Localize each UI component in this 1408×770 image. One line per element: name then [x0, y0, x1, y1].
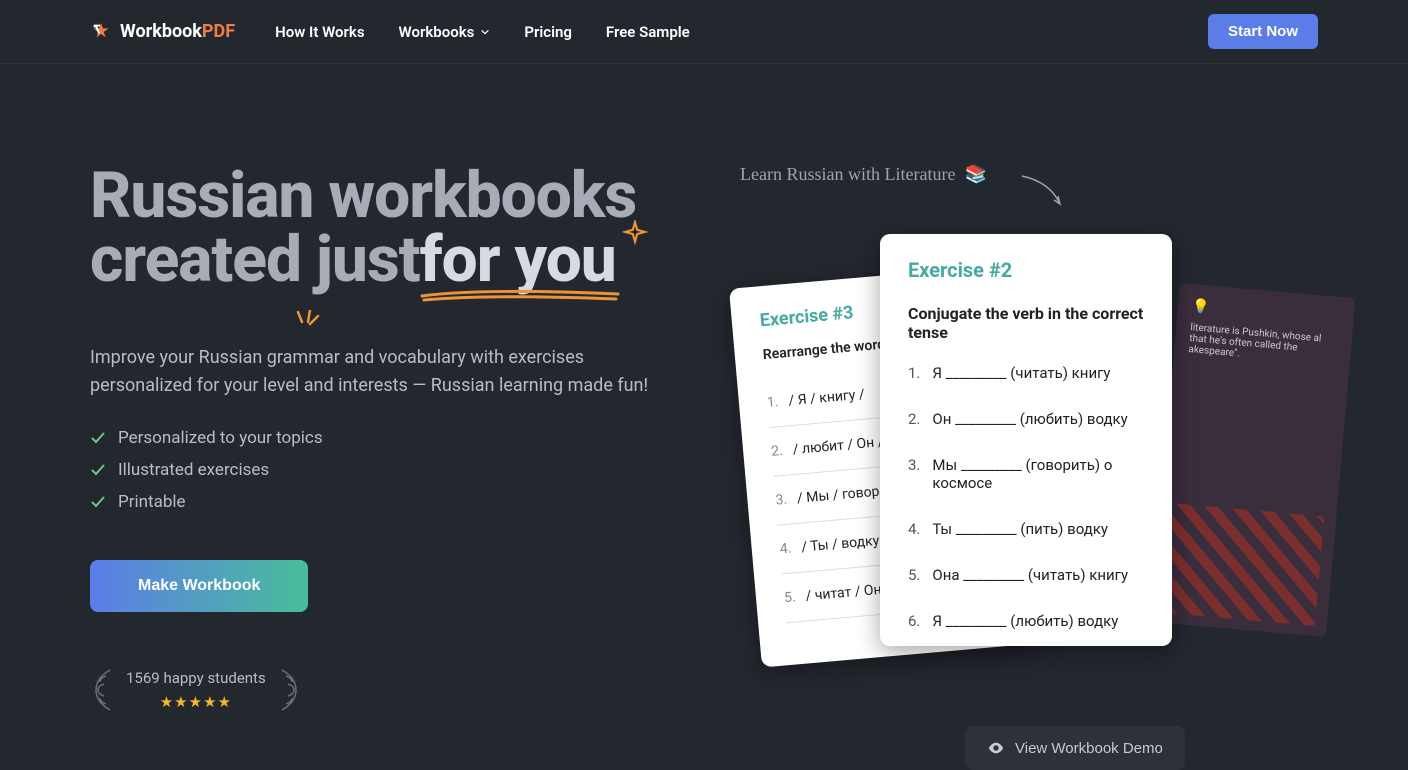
- view-demo-label: View Workbook Demo: [1015, 740, 1163, 757]
- nav-links: How It Works Workbooks Pricing Free Samp…: [275, 23, 690, 41]
- headline-just: just: [316, 222, 420, 297]
- sparkle-lines-icon: [292, 310, 322, 340]
- exercise-2-card: Exercise #2 Conjugate the verb in the co…: [880, 234, 1172, 646]
- feature-list: Personalized to your topics Illustrated …: [90, 428, 710, 512]
- top-nav: WorkbookPDF How It Works Workbooks Prici…: [0, 0, 1408, 64]
- check-icon: [90, 462, 106, 478]
- nav-free-sample[interactable]: Free Sample: [606, 23, 690, 41]
- exercise-instruction: Conjugate the verb in the correct tense: [908, 304, 1144, 342]
- sparkle-icon: [622, 220, 648, 246]
- hero-section: Russian workbooks created just for you I…: [0, 64, 1408, 712]
- star-rating: ★★★★★: [160, 693, 232, 711]
- feature-item: Printable: [90, 492, 710, 512]
- exercise-item: 2.Он _________ (любить) водку: [908, 410, 1144, 428]
- subtitle: Improve your Russian grammar and vocabul…: [90, 344, 660, 400]
- nav-pricing[interactable]: Pricing: [524, 23, 572, 41]
- start-now-button[interactable]: Start Now: [1208, 14, 1318, 49]
- make-workbook-button[interactable]: Make Workbook: [90, 560, 308, 612]
- nav-workbooks[interactable]: Workbooks: [399, 23, 491, 41]
- lightbulb-icon: 💡: [1191, 298, 1340, 327]
- hero-right: Learn Russian with Literature 📚 💡 litera…: [710, 164, 1318, 712]
- social-proof: 1569 happy students ★★★★★: [90, 668, 710, 712]
- exercise-title: Exercise #2: [908, 258, 1144, 282]
- laurel-right-icon: [278, 668, 302, 712]
- headline-created: created: [90, 222, 316, 297]
- arrow-icon: [1020, 174, 1070, 214]
- underline-decoration: [420, 286, 620, 304]
- check-icon: [90, 430, 106, 446]
- preview-tagline: Learn Russian with Literature 📚: [740, 164, 987, 185]
- happy-students: 1569 happy students: [126, 669, 266, 687]
- logo-text-workbook: Workbook: [120, 21, 202, 42]
- exercise-item: 6.Я _________ (любить) водку: [908, 612, 1144, 630]
- logo[interactable]: WorkbookPDF: [90, 21, 235, 43]
- nav-how-it-works[interactable]: How It Works: [275, 23, 364, 41]
- preview-image-text: literature is Pushkin, whose al that he'…: [1188, 322, 1338, 368]
- headline-for-you: for you: [420, 228, 616, 292]
- exercise-item: 4.Ты _________ (пить) водку: [908, 520, 1144, 538]
- nav-workbooks-label: Workbooks: [399, 23, 475, 41]
- chevron-down-icon: [480, 27, 490, 37]
- exercise-item: 3.Мы _________ (говорить) о космосе: [908, 456, 1144, 492]
- feature-item: Personalized to your topics: [90, 428, 710, 448]
- translate-icon: [90, 21, 112, 43]
- hero-left: Russian workbooks created just for you I…: [90, 164, 710, 712]
- laurel-left-icon: [90, 668, 114, 712]
- check-icon: [90, 494, 106, 510]
- eye-icon: [987, 739, 1005, 757]
- exercise-item: 1.Я _________ (читать) книгу: [908, 364, 1144, 382]
- preview-image-card: 💡 literature is Pushkin, whose al that h…: [1151, 283, 1356, 637]
- exercise-item: 5.Она _________ (читать) книгу: [908, 566, 1144, 584]
- preview-cards: 💡 literature is Pushkin, whose al that h…: [745, 234, 1345, 674]
- feature-item: Illustrated exercises: [90, 460, 710, 480]
- book-pattern: [1163, 503, 1324, 626]
- headline: Russian workbooks created just for you: [90, 164, 710, 292]
- view-demo-button[interactable]: View Workbook Demo: [965, 726, 1185, 770]
- books-emoji: 📚: [964, 164, 986, 184]
- logo-text-pdf: PDF: [202, 21, 235, 42]
